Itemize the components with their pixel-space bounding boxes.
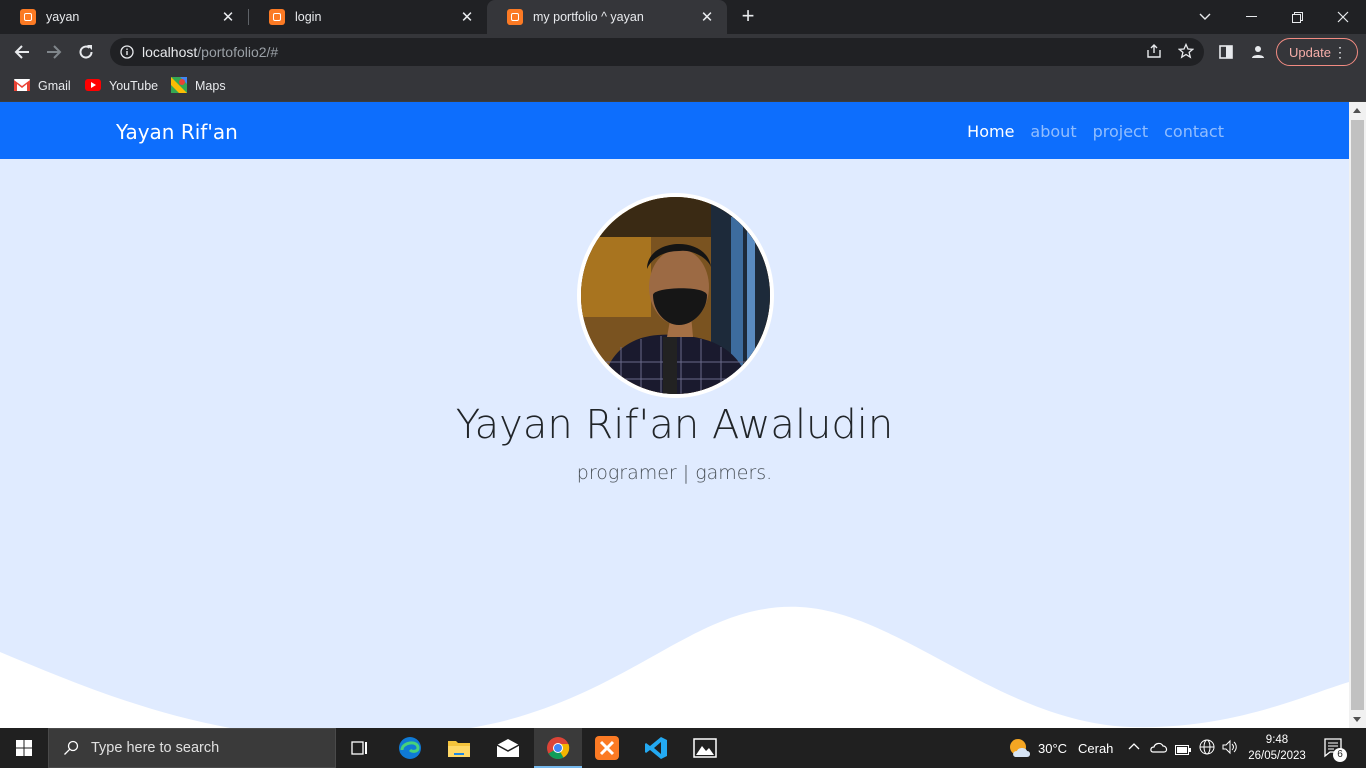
taskbar-photos[interactable] [681,728,729,768]
tab-yayan[interactable]: yayan ✕ [0,0,248,34]
page-scrollbar[interactable] [1349,102,1366,728]
tab-title: yayan [46,10,80,24]
side-panel-icon [1219,45,1233,59]
battery-icon[interactable] [1175,742,1191,760]
search-icon [63,740,79,756]
reload-icon [79,45,93,59]
site-info-icon[interactable] [120,45,134,64]
update-button[interactable]: Update ⋮ [1276,38,1358,66]
taskbar-vscode[interactable] [632,728,680,768]
share-icon[interactable] [1146,43,1162,64]
page-viewport: Yayan Rif'an Home about project contact [0,102,1349,728]
nav-link-home[interactable]: Home [967,122,1014,141]
update-label: Update [1289,44,1331,60]
forward-arrow-icon [47,45,62,59]
onedrive-icon[interactable] [1150,740,1168,759]
tab-close-icon[interactable]: ✕ [220,8,236,26]
profile-icon [1252,46,1264,58]
nav-link-project[interactable]: project [1093,122,1149,141]
minimize-button[interactable] [1228,0,1274,34]
browser-toolbar: localhost/portofolio2/# Update ⋮ [0,34,1366,70]
bookmark-maps[interactable]: Maps [171,76,226,96]
hero-name: Yayan Rif'an Awaludin [455,402,894,448]
search-placeholder: Type here to search [91,740,220,756]
clock-time: 9:48 [1265,734,1289,746]
nav-link-contact[interactable]: contact [1164,122,1224,141]
menu-kebab-icon[interactable]: ⋮ [1333,44,1347,60]
weather-temp[interactable]: 30°C [1038,741,1067,756]
bookmark-gmail[interactable]: Gmail [14,77,71,95]
tab-close-icon[interactable]: ✕ [459,8,475,26]
tab-login[interactable]: login ✕ [249,0,487,34]
mail-icon [496,739,520,757]
tab-my-portfolio[interactable]: my portfolio ^ yayan ✕ [487,0,727,34]
taskbar-edge[interactable] [386,728,434,768]
bookmark-label: Maps [195,79,226,93]
tab-title: my portfolio ^ yayan [533,10,644,24]
profile-photo [577,193,774,398]
navbar-links: Home about project contact [967,122,1224,141]
folder-icon [448,741,470,757]
back-button[interactable] [8,38,36,66]
taskbar-chrome[interactable] [534,728,582,768]
taskbar-xampp[interactable] [583,728,631,768]
task-view-icon [351,741,367,755]
wave-divider [0,606,1349,728]
scroll-up-arrow-icon[interactable] [1353,108,1361,113]
bookmark-star-icon[interactable] [1177,42,1195,64]
new-tab-button[interactable]: + [736,5,760,29]
windows-taskbar: Type here to search 30°C Cerah 9:48 26/0… [0,728,1366,768]
system-clock[interactable]: 9:48 26/05/2023 [1242,732,1312,764]
edge-icon [399,737,421,759]
weather-icon[interactable] [1008,737,1032,764]
forward-button[interactable] [40,38,68,66]
tab-title: login [295,10,322,24]
vscode-icon [645,737,667,759]
xampp-icon [595,736,619,760]
xampp-favicon-icon [507,9,523,25]
scrollbar-thumb[interactable] [1351,120,1364,710]
bookmark-label: Gmail [38,79,71,93]
bookmark-label: YouTube [109,79,159,93]
chrome-icon [547,737,570,759]
network-globe-icon[interactable] [1199,739,1215,760]
profile-button[interactable] [1244,38,1272,66]
tab-close-icon[interactable]: ✕ [699,8,715,26]
taskbar-search[interactable]: Type here to search [48,728,336,768]
xampp-favicon-icon [20,9,36,25]
task-view-button[interactable] [336,728,384,768]
bookmarks-bar: Gmail YouTube Maps [0,70,1366,102]
taskbar-file-explorer[interactable] [435,728,483,768]
bookmark-youtube[interactable]: YouTube [85,77,158,95]
reload-button[interactable] [72,38,100,66]
photos-icon [693,738,717,758]
site-navbar: Yayan Rif'an Home about project contact [0,102,1349,159]
start-button[interactable] [0,728,48,768]
tab-search-icon[interactable] [1182,0,1228,34]
weather-desc[interactable]: Cerah [1078,741,1113,756]
youtube-icon [85,78,101,94]
tab-strip: yayan ✕ login ✕ my portfolio ^ yayan ✕ + [0,0,1366,34]
back-arrow-icon [14,45,29,59]
side-panel-button[interactable] [1212,38,1240,66]
tray-overflow-chevron-icon[interactable] [1128,740,1140,758]
restore-button[interactable] [1274,0,1320,34]
nav-link-about[interactable]: about [1030,122,1076,141]
navbar-brand[interactable]: Yayan Rif'an [116,120,238,144]
clock-date: 26/05/2023 [1248,750,1306,762]
scroll-down-arrow-icon[interactable] [1353,717,1361,722]
address-bar[interactable]: localhost/portofolio2/# [110,38,1204,66]
windows-logo-icon [16,740,32,756]
hero-subtitle: programer | gamers. [576,462,773,484]
close-window-button[interactable] [1320,0,1366,34]
xampp-favicon-icon [269,9,285,25]
volume-icon[interactable] [1222,739,1238,760]
gmail-icon [14,78,30,94]
url-path: /portofolio2/# [197,44,279,60]
maps-icon [171,76,187,96]
url-text: localhost/portofolio2/# [142,44,278,60]
url-host: localhost [142,44,198,60]
taskbar-mail[interactable] [484,728,532,768]
notification-count-badge: 6 [1333,748,1347,762]
